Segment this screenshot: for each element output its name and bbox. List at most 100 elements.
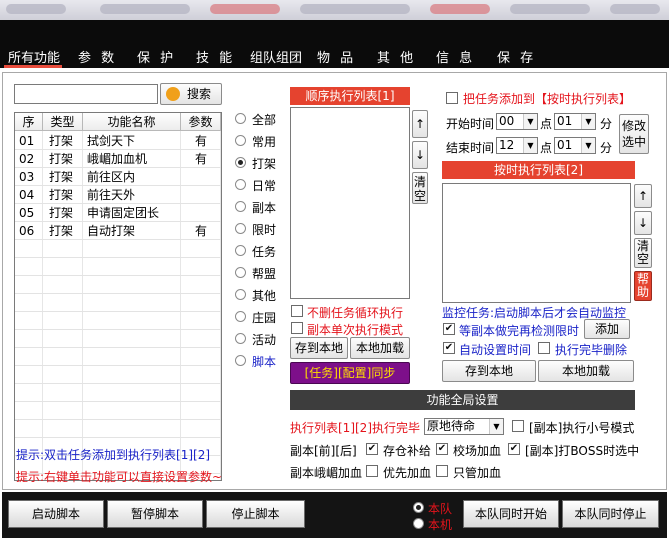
school-heal-checkbox[interactable] — [436, 443, 448, 455]
seq-no-delete-checkbox[interactable] — [291, 305, 303, 317]
timed-list[interactable] — [442, 183, 631, 303]
category-label: 任务 — [252, 245, 277, 259]
seq-load-button[interactable]: 本地加载 — [350, 337, 410, 359]
tab-protect[interactable]: 保 护 — [137, 47, 176, 66]
seq-move-down-button[interactable]: ↓ — [412, 141, 428, 169]
tab-items[interactable]: 物 品 — [317, 47, 356, 66]
tab-skills[interactable]: 技 能 — [196, 47, 235, 66]
search-button[interactable]: 搜索 — [160, 83, 222, 105]
start-script-button[interactable]: 启动脚本 — [8, 500, 104, 528]
timed-save-button[interactable]: 存到本地 — [442, 360, 536, 382]
pause-script-button[interactable]: 暂停脚本 — [107, 500, 203, 528]
col-header-param[interactable]: 参数 — [181, 113, 221, 131]
row-type: 打架 — [49, 206, 74, 220]
seq-clear-button[interactable]: 清空 — [412, 172, 428, 204]
col-header-index[interactable]: 序 — [15, 113, 43, 131]
store-supply-checkbox[interactable] — [366, 443, 378, 455]
stop-script-button[interactable]: 停止脚本 — [206, 500, 305, 528]
row-name: 前往天外 — [87, 188, 136, 202]
start-hour-select[interactable]: 00 ▼ — [496, 113, 538, 130]
only-heal-checkbox[interactable] — [436, 465, 448, 477]
category-label: 脚本 — [252, 355, 277, 369]
category-label: 全部 — [252, 113, 277, 127]
category-radio[interactable] — [235, 135, 246, 146]
function-table[interactable]: 序 类型 功能名称 参数 01 打架 拭剑天下有 02 打架 峨嵋加血机有 03 打架 前往区内… — [14, 112, 222, 481]
this-machine-radio[interactable] — [413, 518, 424, 529]
timed-move-down-button[interactable]: ↓ — [634, 211, 652, 235]
category-radio[interactable] — [235, 333, 246, 344]
team-start-button[interactable]: 本队同时开始 — [463, 500, 559, 528]
row-param — [181, 168, 221, 186]
minute-label: 分 — [600, 117, 613, 131]
table-row[interactable]: 04 打架 前往天外 — [15, 186, 221, 204]
category-radio[interactable] — [235, 201, 246, 212]
row-index: 02 — [19, 152, 35, 166]
tab-save[interactable]: 保 存 — [497, 47, 536, 66]
table-row-empty — [15, 366, 221, 384]
tab-info[interactable]: 信 息 — [436, 47, 475, 66]
category-label: 副本 — [252, 201, 277, 215]
start-minute-select[interactable]: 01 ▼ — [554, 113, 596, 130]
exec-complete-value: 原地待命 — [427, 419, 476, 433]
category-radio[interactable] — [235, 355, 246, 366]
help-button[interactable]: 帮助 — [634, 271, 652, 301]
table-row[interactable]: 06 打架 自动打架 有 — [15, 222, 221, 240]
row-type: 打架 — [49, 134, 74, 148]
sync-button[interactable]: [任务][配置]同步 — [290, 362, 410, 384]
delete-after-checkbox[interactable] — [538, 342, 550, 354]
end-minute-select[interactable]: 01 ▼ — [554, 137, 596, 154]
tab-other[interactable]: 其 他 — [377, 47, 416, 66]
dropdown-arrow-icon: ▼ — [489, 419, 503, 434]
tab-team[interactable]: 组队组团 — [250, 47, 302, 66]
add-to-timed-checkbox[interactable] — [446, 92, 458, 104]
auto-time-checkbox[interactable] — [443, 342, 455, 354]
category-radio[interactable] — [235, 113, 246, 124]
timed-clear-button[interactable]: 清空 — [634, 238, 652, 268]
wait-dungeon-checkbox[interactable] — [443, 323, 455, 335]
priority-heal-checkbox[interactable] — [366, 465, 378, 477]
col-header-name[interactable]: 功能名称 — [83, 113, 181, 131]
tab-all-functions[interactable]: 所有功能 — [8, 47, 60, 66]
auto-time-label: 自动设置时间 — [459, 343, 532, 357]
category-radio[interactable] — [235, 289, 246, 300]
title-blur — [610, 4, 660, 14]
boss-select-checkbox[interactable] — [508, 443, 520, 455]
title-blur — [510, 4, 590, 14]
table-row[interactable]: 01 打架 拭剑天下 有 — [15, 132, 221, 150]
table-row[interactable]: 03 打架 前往区内 — [15, 168, 221, 186]
category-radio[interactable] — [235, 311, 246, 322]
seq-move-up-button[interactable]: ↑ — [412, 110, 428, 138]
add-button[interactable]: 添加 — [584, 319, 630, 339]
search-input[interactable] — [14, 84, 158, 104]
team-local-radio[interactable] — [413, 502, 424, 513]
sequential-list[interactable] — [290, 107, 410, 299]
start-hour-value: 00 — [499, 114, 515, 128]
table-row-empty — [15, 402, 221, 420]
table-row[interactable]: 05 打架 申请固定团长 — [15, 204, 221, 222]
seq-single-mode-checkbox[interactable] — [291, 322, 303, 334]
team-stop-button[interactable]: 本队同时停止 — [562, 500, 659, 528]
category-radio[interactable] — [235, 179, 246, 190]
title-blur — [300, 4, 410, 14]
exec-complete-select[interactable]: 原地待命 ▼ — [424, 418, 504, 435]
delete-after-label: 执行完毕删除 — [555, 343, 628, 357]
category-radio[interactable] — [235, 157, 246, 168]
exec-complete-label: 执行列表[1][2]执行完毕 — [290, 421, 420, 435]
small-mode-checkbox[interactable] — [512, 420, 524, 432]
category-radio[interactable] — [235, 267, 246, 278]
modify-selected-button[interactable]: 修改选中 — [619, 114, 649, 154]
tab-parameters[interactable]: 参 数 — [78, 47, 117, 66]
timed-move-up-button[interactable]: ↑ — [634, 184, 652, 208]
end-hour-select[interactable]: 12 ▼ — [496, 137, 538, 154]
table-row[interactable]: 02 打架 峨嵋加血机 有 — [15, 150, 221, 168]
row-param: 有 — [194, 152, 207, 166]
timed-load-button[interactable]: 本地加载 — [538, 360, 634, 382]
table-row-empty — [15, 348, 221, 366]
col-header-type[interactable]: 类型 — [43, 113, 83, 131]
category-radio[interactable] — [235, 223, 246, 234]
category-radio[interactable] — [235, 245, 246, 256]
emei-heal-label: 副本峨嵋加血 — [290, 466, 363, 480]
seq-save-button[interactable]: 存到本地 — [290, 337, 348, 359]
row-param — [181, 186, 221, 204]
title-blur — [430, 4, 490, 14]
